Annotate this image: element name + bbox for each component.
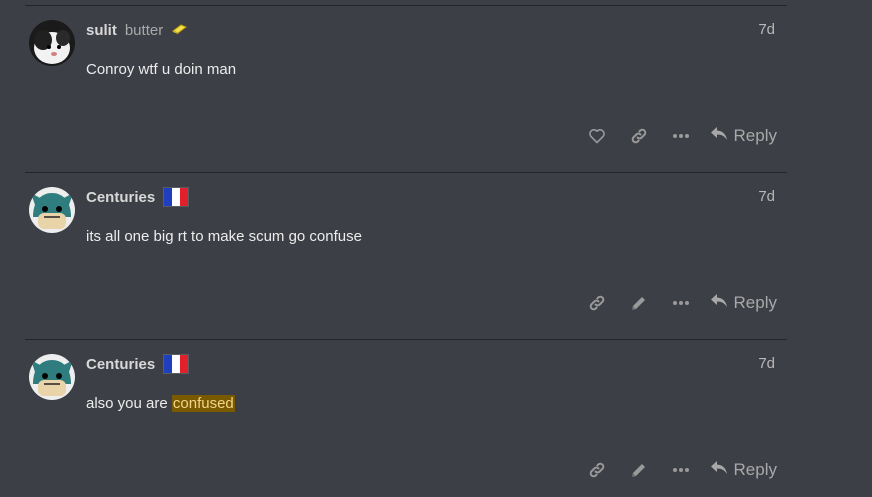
post-date[interactable]: 7d (758, 21, 775, 38)
search-highlight: confused (171, 395, 235, 412)
pencil-icon (630, 461, 648, 479)
avatar[interactable] (29, 187, 75, 233)
more-icon (672, 467, 690, 473)
username[interactable]: sulit (86, 22, 117, 39)
more-button[interactable] (660, 124, 702, 148)
reply-button[interactable]: Reply (710, 293, 777, 313)
more-button[interactable] (660, 291, 702, 315)
reply-button[interactable]: Reply (710, 460, 777, 480)
like-button[interactable] (576, 124, 618, 148)
more-icon (672, 133, 690, 139)
more-button[interactable] (660, 458, 702, 482)
more-icon (672, 300, 690, 306)
post-actions: Reply (576, 124, 777, 148)
link-icon (588, 461, 606, 479)
reply-arrow-icon (710, 126, 728, 146)
france-flag-icon (163, 187, 190, 207)
username[interactable]: Centuries (86, 189, 155, 206)
post: sulit butter 7d Conroy wtf u doin man Re… (25, 5, 787, 172)
post-actions: Reply (576, 458, 777, 482)
post-body: Conroy wtf u doin man (86, 61, 237, 78)
link-icon (630, 127, 648, 145)
link-icon (588, 294, 606, 312)
user-title: butter (124, 21, 164, 39)
reply-arrow-icon (710, 460, 728, 480)
reply-arrow-icon (710, 293, 728, 313)
post-body: its all one big rt to make scum go confu… (86, 228, 362, 245)
post-date[interactable]: 7d (758, 355, 775, 372)
share-link-button[interactable] (618, 124, 660, 148)
reply-label: Reply (733, 293, 777, 312)
post-actions: Reply (576, 291, 777, 315)
avatar[interactable] (29, 354, 75, 400)
post-meta: sulit butter (86, 21, 188, 39)
share-link-button[interactable] (576, 291, 618, 315)
avatar[interactable] (29, 20, 75, 66)
reply-label: Reply (733, 126, 777, 145)
pokemon-avatar-image (29, 354, 75, 400)
post-body: also you are confused (86, 395, 235, 412)
username[interactable]: Centuries (86, 356, 155, 373)
heart-icon (588, 128, 606, 144)
post-meta: Centuries (86, 354, 190, 374)
reply-button[interactable]: Reply (710, 126, 777, 146)
butter-stick-icon (171, 22, 188, 39)
post-meta: Centuries (86, 187, 190, 207)
post-body-text: also you are (86, 395, 172, 412)
edit-button[interactable] (618, 458, 660, 482)
share-link-button[interactable] (576, 458, 618, 482)
pokemon-avatar-image (29, 187, 75, 233)
cat-avatar-image (29, 20, 75, 66)
post: Centuries 7d its all one big rt to make … (25, 172, 787, 339)
pencil-icon (630, 294, 648, 312)
reply-label: Reply (733, 460, 777, 479)
post: Centuries 7d also you are confused Reply (25, 339, 787, 497)
france-flag-icon (163, 354, 190, 374)
post-date[interactable]: 7d (758, 188, 775, 205)
edit-button[interactable] (618, 291, 660, 315)
